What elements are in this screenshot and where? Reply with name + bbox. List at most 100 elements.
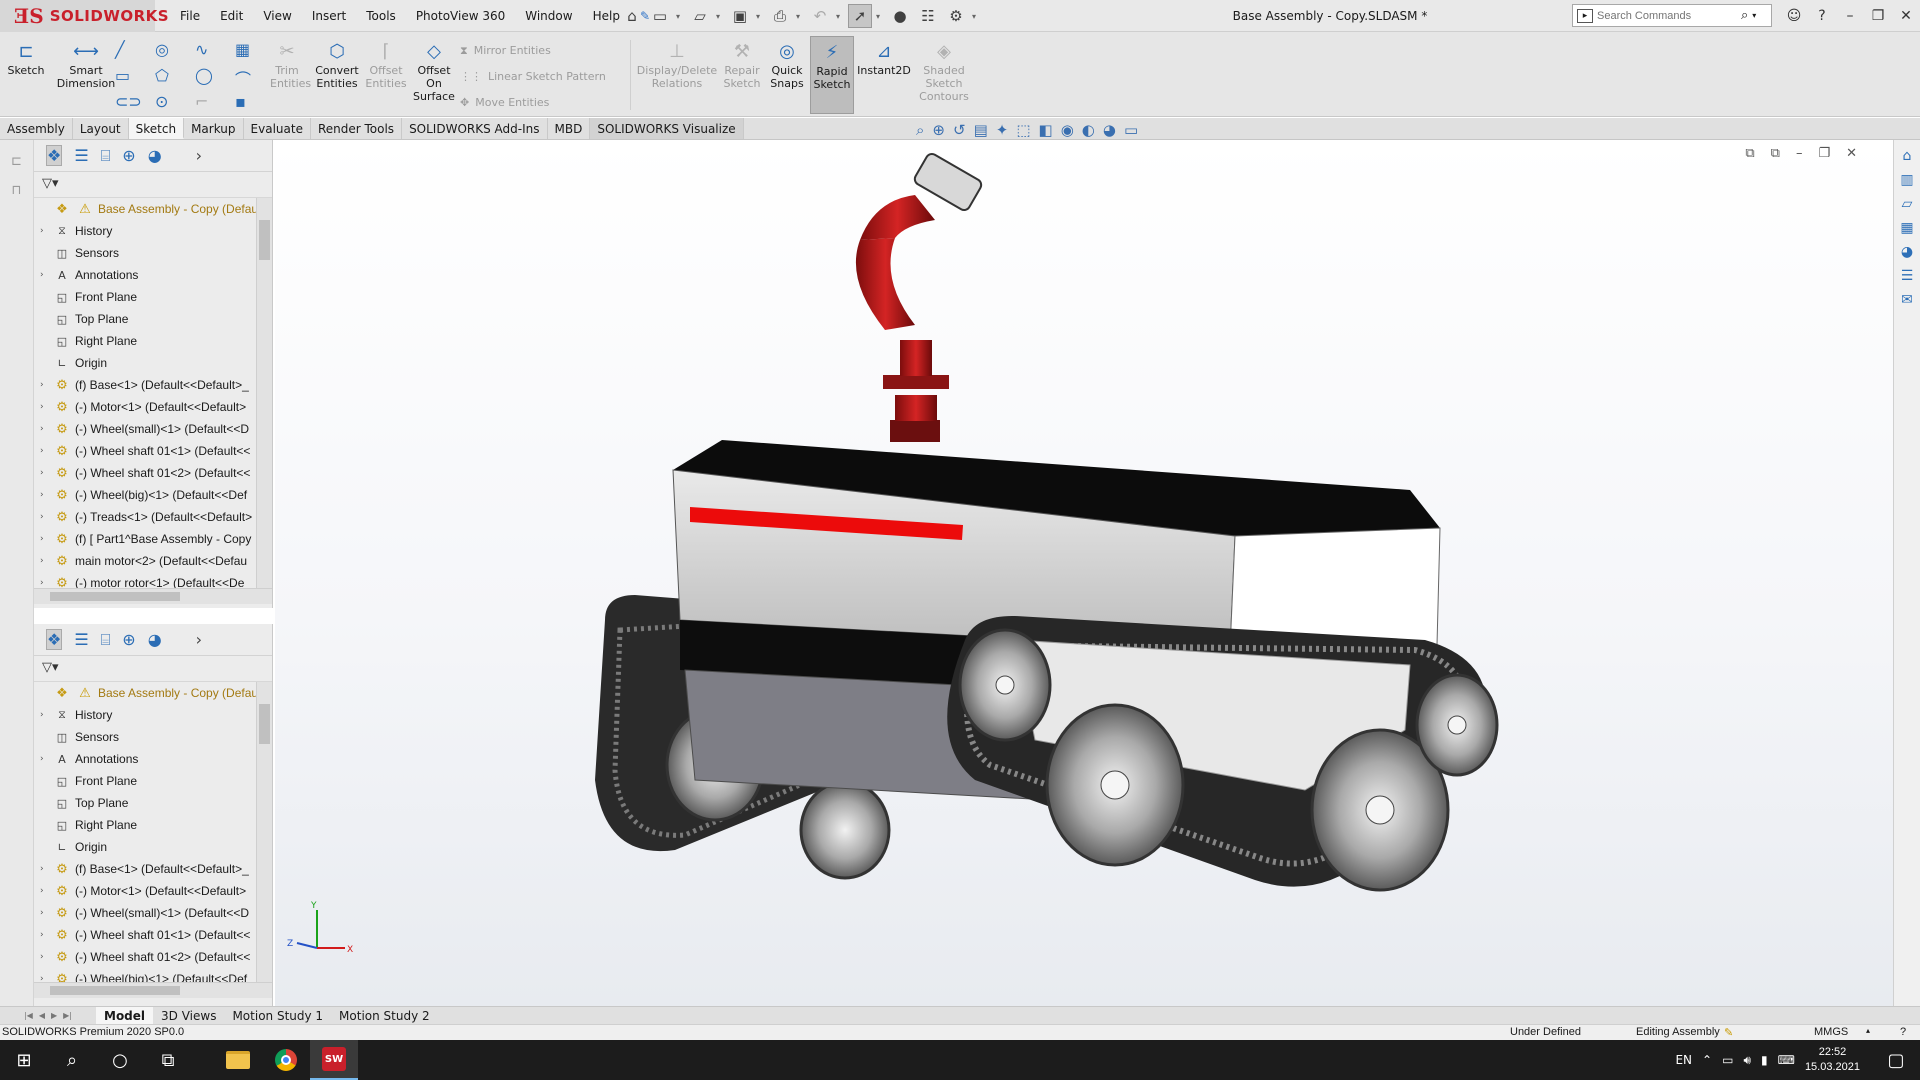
tree-item[interactable]: › ⚙ (-) Motor<1> (Default<<Default> (34, 396, 272, 418)
tree-item[interactable]: › ⚙ (-) Motor<1> (Default<<Default> (34, 880, 272, 902)
viewport-tile-icon-2[interactable]: ⧉ (1771, 146, 1780, 161)
property-manager-icon[interactable]: ☰ (74, 146, 88, 165)
tree-item[interactable]: ∟ Origin (34, 836, 272, 858)
dimxpert-icon[interactable]: ⊕ (122, 146, 135, 165)
new-dropdown-icon[interactable]: ▾ (676, 12, 684, 21)
volume-icon[interactable]: 🔊︎ (1743, 1053, 1751, 1068)
fillet-icon[interactable]: ⌒ (235, 66, 275, 89)
expand-arrow-icon[interactable]: › (40, 754, 52, 764)
section-view-icon[interactable]: ▤ (974, 121, 988, 139)
tree-item[interactable]: › ⧖ History (34, 704, 272, 726)
sketch-strip-icon-2[interactable]: ⊓ (0, 183, 33, 198)
menu-photoview[interactable]: PhotoView 360 (406, 0, 515, 32)
expand-arrow-icon[interactable]: › (40, 270, 52, 280)
tree-item[interactable]: › ⚙ (-) Wheel shaft 01<2> (Default<< (34, 946, 272, 968)
configuration-manager-icon[interactable]: ⌸ (101, 630, 111, 650)
menu-tools[interactable]: Tools (356, 0, 406, 32)
units-dropdown-icon[interactable]: ▴ (1866, 1026, 1870, 1035)
menu-insert[interactable]: Insert (302, 0, 356, 32)
file-explorer-icon[interactable]: ▱ (1894, 196, 1920, 212)
undo-icon[interactable]: ↶ (808, 4, 832, 28)
expand-arrow-icon[interactable]: › (40, 952, 52, 962)
rapid-sketch-button[interactable]: ⚡ Rapid Sketch (810, 36, 854, 114)
scroll-thumb[interactable] (259, 704, 270, 744)
expand-arrow-icon[interactable]: › (40, 908, 52, 918)
tree-item[interactable]: ◱ Top Plane (34, 792, 272, 814)
open-dropdown-icon[interactable]: ▾ (716, 12, 724, 21)
print-icon[interactable]: ⎙ (768, 4, 792, 28)
feature-tree-icon[interactable]: ❖ (46, 145, 63, 166)
tree-item[interactable]: ◱ Right Plane (34, 814, 272, 836)
tree-filter-2[interactable]: ▽▾ (34, 656, 272, 682)
tab-evaluate[interactable]: Evaluate (244, 118, 311, 139)
menu-window[interactable]: Window (515, 0, 582, 32)
undo-dropdown-icon[interactable]: ▾ (836, 12, 844, 21)
battery-icon[interactable]: ▮ (1761, 1053, 1768, 1067)
tree-item[interactable]: ◫ Sensors (34, 242, 272, 264)
chrome-taskbar[interactable] (262, 1040, 310, 1080)
display-manager-icon[interactable]: ◕ (148, 630, 162, 649)
viewport-restore-icon[interactable]: ❐ (1818, 146, 1830, 161)
expand-panel-icon[interactable]: › (196, 146, 202, 165)
clock[interactable]: 22:52 15.03.2021 (1805, 1045, 1860, 1075)
instant2d-button[interactable]: ⊿ Instant2D (857, 38, 911, 77)
expand-arrow-icon[interactable]: › (40, 534, 52, 544)
expand-arrow-icon[interactable]: › (40, 864, 52, 874)
tree-item[interactable]: › ⚙ (-) Wheel shaft 01<2> (Default<< (34, 462, 272, 484)
help-status-icon[interactable]: ? (1900, 1026, 1906, 1038)
tab-assembly[interactable]: Assembly (0, 118, 73, 139)
sketch-strip-icon[interactable]: ⊏ (0, 154, 33, 169)
ellipse-icon[interactable]: ◯ (195, 66, 235, 86)
mirror-entities-button[interactable]: ⧗ Mirror Entities (460, 40, 606, 62)
shaded-contours-button[interactable]: ◈ Shaded Sketch Contours (918, 38, 970, 103)
rebuild-icon[interactable]: ✎ (1724, 1026, 1733, 1039)
prev-tab-icon[interactable]: ◀ (39, 1011, 45, 1020)
start-icon[interactable]: ⊞ (0, 1040, 48, 1080)
expand-arrow-icon[interactable]: › (40, 226, 52, 236)
rectangle-icon[interactable]: ▭ (115, 66, 155, 86)
options-dropdown-icon[interactable]: ▾ (972, 12, 980, 21)
grid-icon[interactable]: ▦ (235, 40, 275, 60)
next-tab-icon[interactable]: ▶ (51, 1011, 57, 1020)
robot-model[interactable]: Y X Z (275, 140, 1893, 1006)
expand-arrow-icon[interactable]: › (40, 710, 52, 720)
tab-render-tools[interactable]: Render Tools (311, 118, 403, 139)
search-input[interactable] (1597, 9, 1737, 22)
zoom-to-area-icon[interactable]: ⊕ (932, 121, 945, 139)
tree-item[interactable]: › ⧖ History (34, 220, 272, 242)
custom-properties-icon[interactable]: ☰ (1894, 268, 1920, 284)
repair-sketch-button[interactable]: ⚒ Repair Sketch (722, 38, 762, 90)
expand-arrow-icon[interactable]: › (40, 424, 52, 434)
expand-arrow-icon[interactable]: › (40, 930, 52, 940)
menu-file[interactable]: File (170, 0, 210, 32)
tree-root[interactable]: ❖ ⚠ Base Assembly - Copy (Default< (34, 682, 272, 704)
view-settings-icon[interactable]: ▭ (1124, 121, 1138, 139)
cortana-icon[interactable]: ○ (96, 1040, 144, 1080)
circle-icon[interactable]: ◎ (155, 40, 195, 60)
open-folder-icon[interactable]: ▱ (688, 4, 712, 28)
search-commands[interactable]: ▸ ⌕ ▾ (1572, 4, 1772, 27)
tab-3d-views[interactable]: 3D Views (153, 1007, 224, 1025)
tab-sketch[interactable]: Sketch (128, 118, 185, 139)
expand-arrow-icon[interactable]: › (40, 380, 52, 390)
hide-show-icon[interactable]: ◉ (1061, 121, 1074, 139)
design-library-icon[interactable]: ▥ (1894, 172, 1920, 188)
hscroll-thumb[interactable] (50, 592, 180, 601)
property-manager-icon[interactable]: ☰ (74, 630, 88, 649)
appearances-icon[interactable]: ◕ (1894, 244, 1920, 260)
home-icon[interactable]: ⌂ (620, 4, 644, 28)
tree-hscrollbar-2[interactable] (34, 982, 272, 998)
tree-item[interactable]: › ⚙ (-) Wheel(small)<1> (Default<<D (34, 902, 272, 924)
tree-filter[interactable]: ▽▾ (34, 172, 272, 198)
help-icon[interactable]: ? (1808, 8, 1836, 24)
select-pointer-icon[interactable]: ➚ (848, 4, 872, 28)
network-icon[interactable]: ▭ (1722, 1053, 1733, 1067)
tab-model[interactable]: Model (96, 1006, 154, 1025)
menu-view[interactable]: View (253, 0, 301, 32)
display-relations-button[interactable]: ⊥ Display/Delete Relations (636, 38, 718, 90)
tree-item[interactable]: ◱ Top Plane (34, 308, 272, 330)
notifications-icon[interactable]: ▢ (1872, 1040, 1920, 1080)
expand-arrow-icon[interactable]: › (40, 468, 52, 478)
tree-item[interactable]: ∟ Origin (34, 352, 272, 374)
tree-item[interactable]: › ⚙ main motor<2> (Default<<Defau (34, 550, 272, 572)
